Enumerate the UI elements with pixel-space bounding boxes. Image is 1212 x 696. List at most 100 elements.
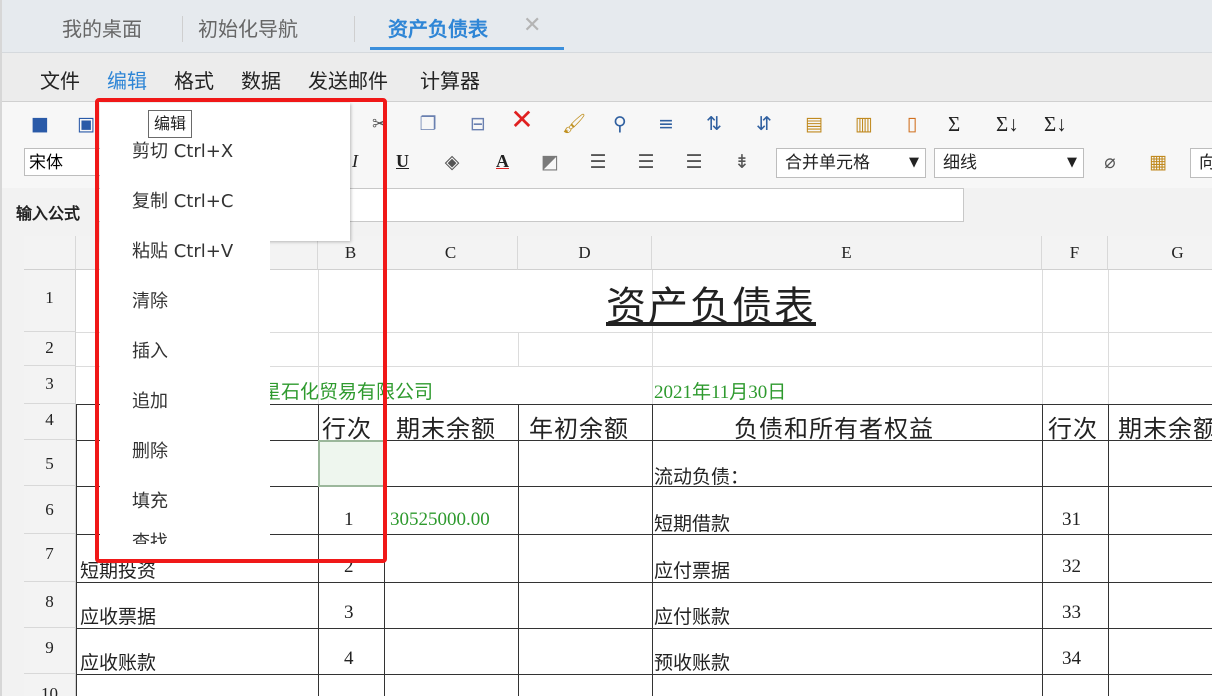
row-header-9[interactable]: 9 — [24, 628, 76, 674]
close-icon[interactable]: ✕ — [523, 13, 541, 38]
menu-calculator[interactable]: 计算器 — [420, 65, 480, 94]
line-number: 2 — [344, 556, 354, 577]
properties-icon[interactable]: ▦ — [1146, 150, 1170, 174]
font-color-button[interactable]: A — [496, 151, 509, 172]
liability-label: 预收账款 — [654, 653, 731, 674]
menu-format[interactable]: 格式 — [174, 65, 214, 94]
align-right-icon[interactable]: ☰ — [682, 150, 706, 174]
delete-icon[interactable]: ✕ — [510, 106, 534, 134]
paste-special-icon[interactable]: ▤ — [802, 112, 826, 136]
sheet-title: 资产负债表 — [606, 284, 816, 329]
underline-button[interactable]: U — [396, 151, 409, 172]
edit-tooltip: 编辑 — [148, 110, 193, 138]
sum-icon[interactable]: Σ — [948, 112, 960, 137]
liability-label: 应付票据 — [654, 561, 731, 582]
header-ending-balance: 期末余额 — [396, 417, 496, 443]
save-as-icon[interactable]: ▣ — [74, 112, 98, 136]
menu-item-delete[interactable]: 删除 — [132, 437, 168, 463]
edit-list-icon[interactable]: ≡ — [654, 112, 678, 136]
report-date: 2021年11月30日 — [654, 382, 787, 403]
liability-label: 短期借款 — [654, 514, 731, 535]
table-border — [518, 404, 519, 696]
header-ending-balance-2: 期末余额 — [1118, 417, 1212, 443]
border-icon[interactable]: ◩ — [538, 150, 562, 174]
menu-item-find[interactable]: 查找 — [132, 528, 168, 544]
table-border — [652, 404, 653, 696]
paste-icon[interactable]: ⊟ — [466, 112, 490, 136]
sum-column-icon[interactable]: Σ↓ — [996, 112, 1019, 137]
gridline — [384, 332, 385, 366]
row-header-6[interactable]: 6 — [24, 486, 76, 534]
gridline — [1042, 270, 1043, 404]
border-style-select[interactable]: 细线 ▼ — [934, 148, 1084, 178]
column-header-d[interactable]: D — [518, 236, 652, 270]
menu-item-cut[interactable]: 剪切 Ctrl+X — [132, 137, 233, 163]
menu-item-insert[interactable]: 插入 — [132, 337, 168, 363]
sort-desc-icon[interactable]: ⇵ — [752, 112, 776, 136]
paste-values-icon[interactable]: ▥ — [852, 112, 876, 136]
column-header-f[interactable]: F — [1042, 236, 1108, 270]
menu-item-paste[interactable]: 粘贴 Ctrl+V — [132, 237, 233, 263]
chevron-down-icon: ▼ — [909, 155, 919, 170]
table-border — [76, 404, 77, 696]
menu-item-fill[interactable]: 填充 — [132, 487, 168, 513]
document-icon[interactable]: ▯ — [900, 112, 924, 136]
row-header-2[interactable]: 2 — [24, 332, 76, 366]
row-header-5[interactable]: 5 — [24, 440, 76, 486]
header-opening-balance: 年初余额 — [529, 417, 629, 443]
column-header-e[interactable]: E — [652, 236, 1042, 270]
copy-icon[interactable]: ❐ — [416, 112, 440, 136]
line-number: 32 — [1062, 556, 1081, 577]
line-number: 33 — [1062, 602, 1081, 623]
sum-row-icon[interactable]: Σ↓ — [1044, 112, 1067, 137]
menu-edit[interactable]: 编辑 — [107, 65, 147, 94]
column-header-c[interactable]: C — [384, 236, 518, 270]
gridline — [1108, 270, 1109, 404]
menu-item-copy[interactable]: 复制 Ctrl+C — [132, 187, 233, 213]
row-header-7[interactable]: 7 — [24, 534, 76, 582]
align-center-icon[interactable]: ☰ — [634, 150, 658, 174]
table-border — [1108, 404, 1109, 696]
direction-select[interactable]: 向 — [1190, 148, 1212, 178]
row-header-4[interactable]: 4 — [24, 404, 76, 440]
row-header-10[interactable]: 10 — [24, 674, 76, 696]
fill-color-icon[interactable]: ◈ — [440, 150, 464, 174]
font-name-select[interactable]: 宋体 — [24, 148, 106, 176]
line-number: 3 — [344, 602, 354, 623]
menu-file[interactable]: 文件 — [40, 65, 80, 94]
tab-init-guide[interactable]: 初始化导航 — [198, 0, 298, 52]
row-header-3[interactable]: 3 — [24, 366, 76, 404]
current-liabilities-label: 流动负债： — [654, 467, 750, 488]
asset-label: 应收账款 — [80, 653, 157, 674]
eraser-icon[interactable]: ⌀ — [1098, 150, 1122, 174]
cut-icon[interactable]: ✂ — [368, 112, 392, 136]
find-icon[interactable]: ⚲ — [608, 112, 632, 136]
sort-asc-icon[interactable]: ⇅ — [702, 112, 726, 136]
asset-label: 短期投资 — [80, 561, 157, 582]
menu-item-clear[interactable]: 清除 — [132, 287, 168, 313]
menu-send-mail[interactable]: 发送邮件 — [308, 65, 388, 94]
save-icon[interactable]: ■ — [28, 112, 52, 136]
merge-cells-select[interactable]: 合并单元格 ▼ — [776, 148, 926, 178]
asset-label: 应收票据 — [80, 607, 157, 628]
row-header-1[interactable]: 1 — [24, 270, 76, 332]
border-style-value: 细线 — [943, 153, 977, 173]
brush-icon[interactable]: 🖌 — [562, 112, 586, 136]
column-header-g[interactable]: G — [1108, 236, 1212, 270]
chevron-down-icon: ▼ — [1067, 155, 1077, 170]
tab-my-desktop[interactable]: 我的桌面 — [62, 0, 142, 52]
menu-bar: 文件 编辑 格式 数据 发送邮件 计算器 — [2, 53, 1212, 102]
italic-button[interactable]: I — [352, 151, 358, 172]
menu-item-find-clip: 查找 — [100, 528, 270, 544]
tab-balance-sheet[interactable]: 资产负债表 — [388, 0, 488, 52]
active-tab-indicator — [370, 47, 564, 50]
align-left-icon[interactable]: ☰ — [586, 150, 610, 174]
menu-data[interactable]: 数据 — [241, 65, 281, 94]
merge-cells-value: 合并单元格 — [785, 153, 870, 173]
select-all-corner[interactable] — [24, 236, 76, 270]
wrap-text-icon[interactable]: ⇟ — [730, 150, 754, 174]
formula-label: 输入公式 — [16, 204, 81, 223]
menu-item-append[interactable]: 追加 — [132, 387, 168, 413]
header-liabilities-equity: 负债和所有者权益 — [734, 417, 934, 443]
row-header-8[interactable]: 8 — [24, 582, 76, 628]
